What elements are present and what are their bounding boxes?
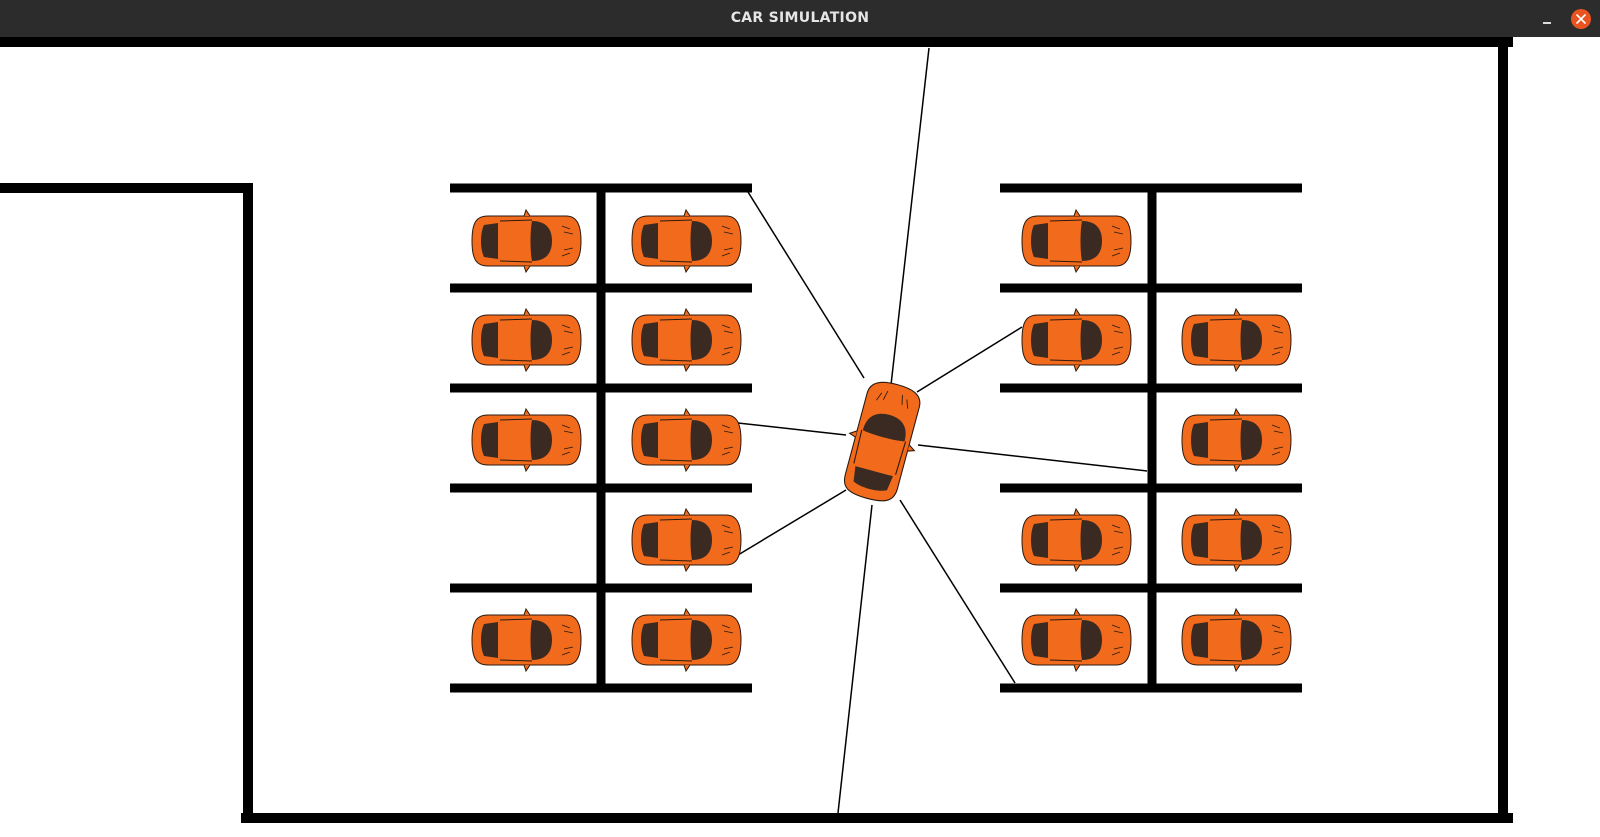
parked-car — [1021, 608, 1132, 672]
sensor-ray — [737, 422, 847, 436]
sensor-ray — [737, 489, 847, 556]
parked-car — [1021, 209, 1132, 273]
parked-car — [1021, 508, 1132, 572]
sensor-ray — [917, 444, 1148, 472]
close-icon[interactable] — [1571, 9, 1591, 29]
parked-car — [631, 608, 742, 672]
parked-car — [471, 408, 582, 472]
parked-car — [1181, 508, 1292, 572]
ego-car[interactable] — [834, 375, 931, 508]
minimize-icon[interactable] — [1537, 9, 1557, 29]
parked-car — [1021, 308, 1132, 372]
window-titlebar: CAR SIMULATION — [0, 0, 1600, 37]
sensor-ray — [747, 191, 865, 379]
left-parking-lot-cars — [471, 209, 742, 672]
parked-car — [631, 508, 742, 572]
parked-car — [631, 308, 742, 372]
sensor-ray — [916, 326, 1023, 393]
parked-car — [471, 308, 582, 372]
parked-car — [631, 408, 742, 472]
parked-car — [471, 608, 582, 672]
sensor-ray — [899, 499, 1016, 684]
parked-car — [631, 209, 742, 273]
parked-car — [1181, 308, 1292, 372]
simulation-canvas — [0, 37, 1513, 823]
window-title: CAR SIMULATION — [730, 10, 870, 26]
sensor-ray — [837, 504, 873, 814]
parked-car — [1181, 608, 1292, 672]
parked-car — [471, 209, 582, 273]
parked-car — [1181, 408, 1292, 472]
sensor-rays — [737, 47, 1148, 814]
sensor-ray — [890, 47, 930, 386]
